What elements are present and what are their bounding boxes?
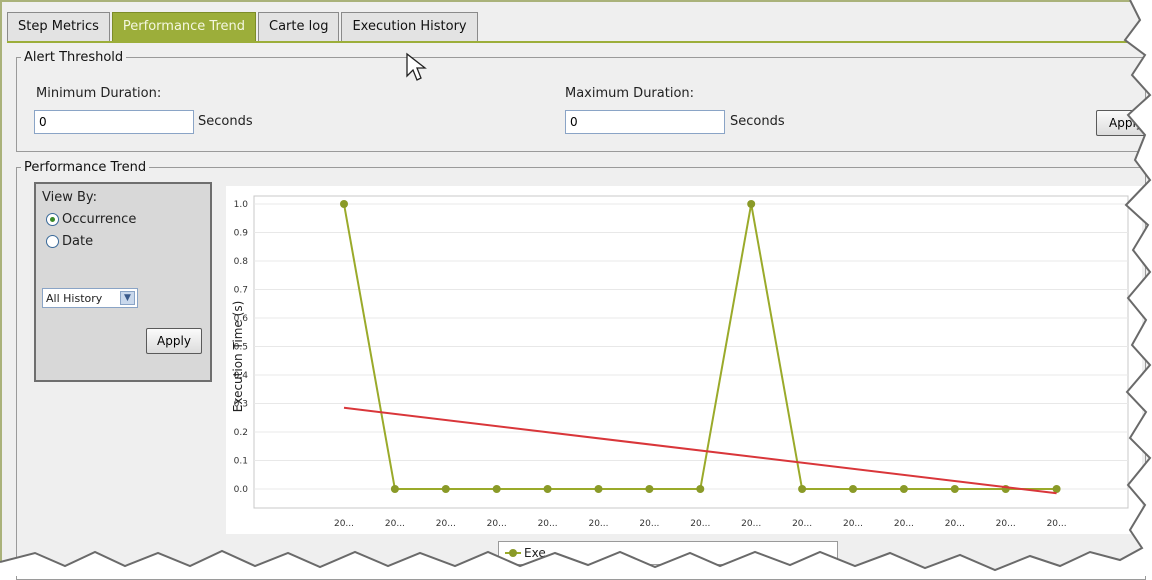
plot-area [253,195,1129,509]
y-tick-label: 1.0 [234,200,249,210]
series-point [492,485,501,493]
x-tick-label: 20... [538,519,558,529]
series-point [441,485,450,493]
series-point [696,485,705,493]
series-point [1052,485,1061,493]
series-point [390,485,399,493]
radio-date-indicator[interactable] [46,235,59,248]
x-tick-label: 20... [792,519,812,529]
mouse-cursor-icon [406,52,427,81]
max-duration-unit: Seconds [730,114,785,129]
max-duration-input[interactable] [565,110,725,134]
series-point [950,485,959,493]
view-by-apply-button[interactable]: Apply [146,328,202,354]
y-tick-label: 0.8 [234,257,249,267]
performance-trend-legend: Performance Trend [24,160,147,175]
series-point [340,200,348,208]
tab-underline [7,41,1147,43]
y-tick-label: 0.1 [234,457,248,467]
x-tick-label: 20... [487,519,507,529]
x-tick-label: 20... [996,519,1016,529]
x-tick-label: 20... [639,519,659,529]
min-duration-label: Minimum Duration: [36,86,162,101]
tab-carte-log[interactable]: Carte log [258,12,340,42]
series-point [543,485,552,493]
series-point [747,200,756,208]
x-tick-label: 20... [894,519,914,529]
chart-svg: 1.00.90.80.70.60.50.40.30.20.10.0Executi… [231,195,1129,529]
radio-occurrence-label: Occurrence [62,212,137,227]
alert-threshold-group: Alert Threshold [16,50,1146,152]
view-by-label: View By: [42,190,98,205]
y-tick-label: 0.2 [234,428,248,438]
alert-apply-button[interactable]: Apply [1096,110,1152,136]
y-tick-label: 0.7 [234,286,248,296]
x-tick-label: 20... [588,519,608,529]
series-point [798,485,807,493]
y-tick-label: 0.0 [234,485,249,495]
alert-threshold-legend: Alert Threshold [24,50,124,65]
series-point [849,485,857,493]
series-point [645,485,654,493]
series-point [594,485,603,493]
min-duration-input[interactable] [34,110,194,134]
max-duration-label: Maximum Duration: [565,86,695,101]
tab-step-metrics[interactable]: Step Metrics [7,12,110,42]
x-tick-label: 20... [690,519,710,529]
x-tick-label: 20... [741,519,761,529]
radio-date[interactable]: Date [46,234,93,249]
x-tick-label: 20... [385,519,405,529]
min-duration-unit: Seconds [198,114,253,129]
radio-occurrence[interactable]: Occurrence [46,212,136,227]
performance-chart: 1.0 0.9 0.8 0.7 0.6 0.5 0.4 0.3 0.2 0.1 0.0 Executi… [226,186,1142,534]
tab-performance-trend[interactable]: Performance Trend [111,12,257,42]
x-tick-label: 20... [334,519,354,529]
tab-execution-history[interactable]: Execution History [341,12,478,42]
legend-series-icon [505,548,521,558]
x-tick-label: 20... [945,519,965,529]
x-tick-label: 20... [1047,519,1067,529]
tab-bar: Step Metrics Performance Trend Carte log… [7,12,480,42]
history-select-value: All History [46,291,103,305]
x-tick-label: 20... [843,519,863,529]
chart-legend: Exe [498,541,838,565]
radio-date-label: Date [62,234,94,249]
radio-occurrence-indicator[interactable] [46,213,59,226]
y-axis-title: Execution Time (s) [231,301,245,413]
view-by-panel: View By: Occurrence Date All History ▼ A… [34,182,212,382]
y-tick-label: 0.9 [234,229,249,239]
chevron-down-icon[interactable]: ▼ [120,291,135,305]
history-select[interactable]: All History ▼ [42,288,138,308]
legend-series-label: Exe [524,546,546,560]
series-point [899,485,908,493]
x-tick-label: 20... [436,519,456,529]
